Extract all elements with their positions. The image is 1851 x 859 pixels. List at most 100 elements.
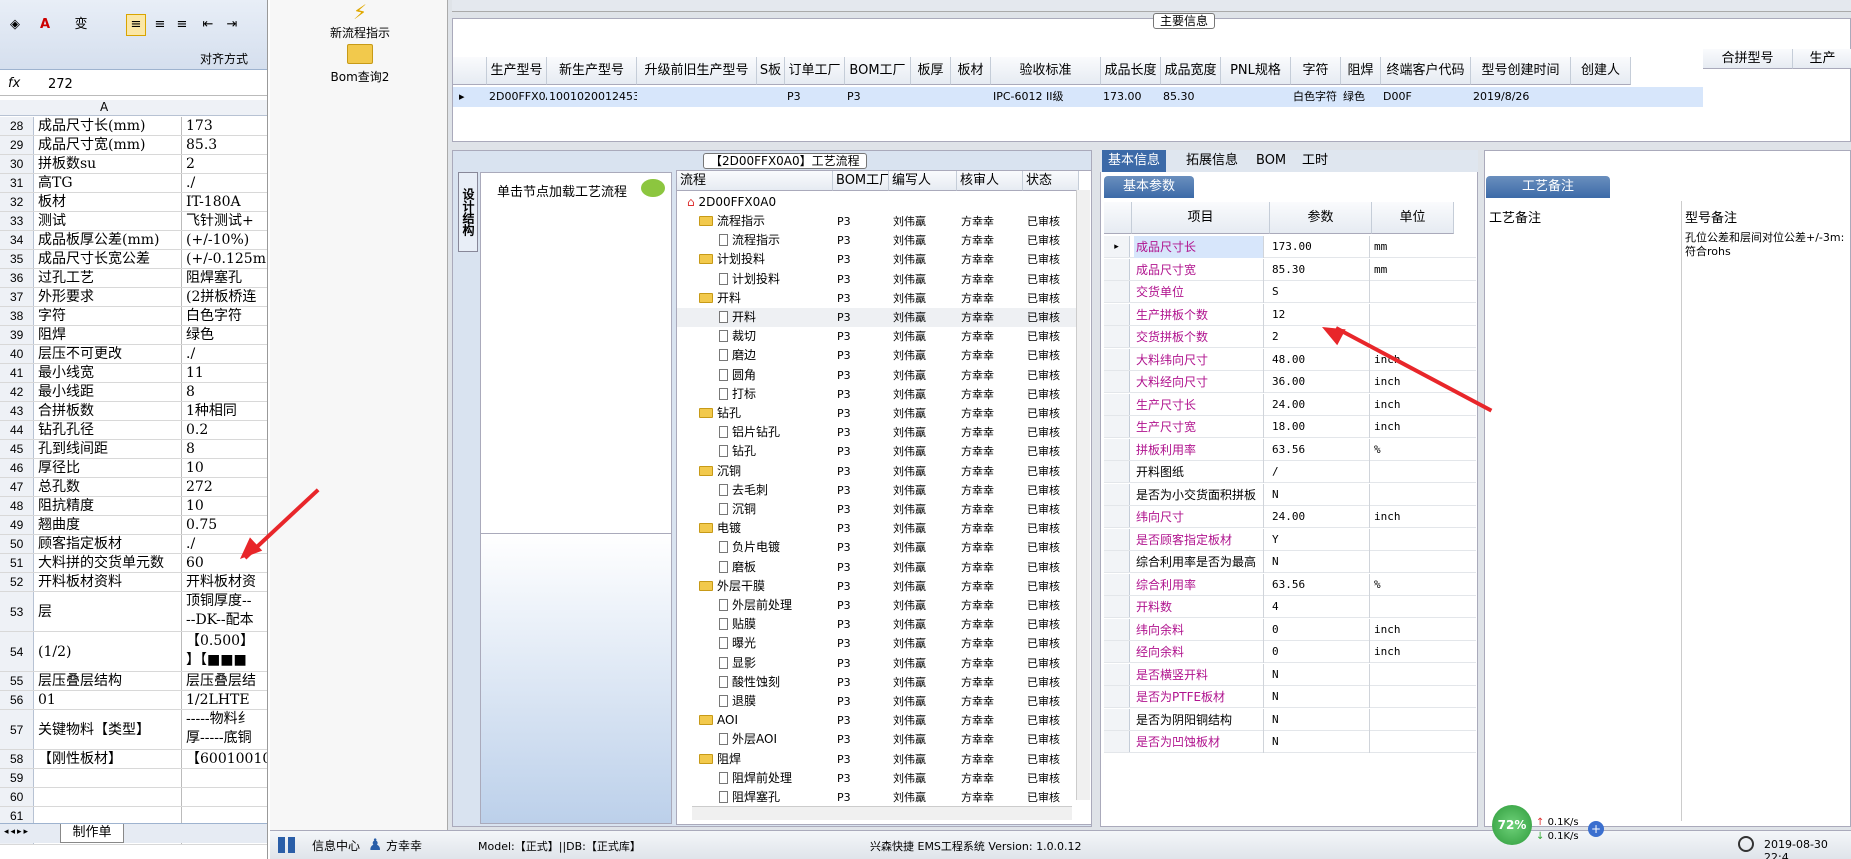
param-value[interactable]: N — [1270, 708, 1370, 731]
row-number[interactable]: 55 — [0, 672, 34, 690]
excel-row[interactable]: 55 层压叠层结构 层压叠层结 — [0, 672, 267, 691]
cell-b[interactable] — [186, 769, 267, 787]
excel-row[interactable]: 46 厚径比 10 — [0, 459, 267, 478]
cell-a[interactable]: 成品尺寸长(mm) — [38, 117, 182, 135]
main-info-header[interactable]: 成品长度 — [1101, 57, 1161, 85]
cell-b[interactable]: 173 — [186, 117, 267, 135]
cell-a[interactable]: 合拼板数 — [38, 402, 182, 420]
param-row[interactable]: 经向余料 0 inch — [1104, 641, 1476, 663]
column-header[interactable]: A — [0, 100, 267, 116]
excel-row[interactable]: 58 【刚性板材】 【60010010 — [0, 750, 267, 769]
cell-a[interactable]: 成品尺寸长宽公差 — [38, 250, 182, 268]
row-number[interactable]: 59 — [0, 769, 34, 787]
cell-a[interactable]: 阻抗精度 — [38, 497, 182, 515]
main-info-header[interactable]: 板厚 — [911, 57, 951, 85]
param-row[interactable]: ▸ 成品尺寸长 173.00 mm — [1104, 236, 1476, 258]
row-number[interactable]: 30 — [0, 155, 34, 173]
param-value[interactable]: 24.00 — [1270, 506, 1370, 528]
param-value[interactable]: N — [1270, 731, 1370, 753]
cell-a[interactable] — [38, 769, 182, 787]
excel-row[interactable]: 50 顾客指定板材 ./ — [0, 535, 267, 554]
excel-row[interactable]: 40 层压不可更改 ./ — [0, 345, 267, 364]
plus-icon[interactable]: + — [1588, 821, 1604, 837]
param-value[interactable]: 0 — [1270, 641, 1370, 663]
param-value[interactable]: 85.30 — [1270, 258, 1370, 281]
params-header[interactable]: 项目 — [1132, 202, 1270, 234]
excel-row[interactable]: 34 成品板厚公差(mm) (+/-10%) — [0, 231, 267, 250]
cell-b[interactable]: 1/2LHTE — [186, 691, 267, 709]
tree-row[interactable]: 裁切 P3 刘伟羸 方幸幸 已审核 — [677, 327, 1077, 346]
tree-vertical-scrollbar[interactable] — [1076, 190, 1090, 800]
align-right-icon[interactable]: ≡ — [172, 14, 192, 36]
excel-row[interactable]: 45 孔到线间距 8 — [0, 440, 267, 459]
param-row[interactable]: 是否横竖开料 N — [1104, 663, 1476, 686]
tree-row[interactable]: 开料 P3 刘伟羸 方幸幸 已审核 — [677, 289, 1077, 308]
cell-b[interactable]: 【0.500】 】【■■■ — [186, 632, 267, 671]
tree-root[interactable]: ⌂ 2D00FFX0A0 — [677, 193, 1077, 212]
cell-a[interactable]: 层压不可更改 — [38, 345, 182, 363]
cell-a[interactable]: 最小线距 — [38, 383, 182, 401]
tree-header[interactable]: 流程 — [677, 171, 833, 191]
cell-a[interactable]: (1/2) — [38, 632, 182, 671]
cell-b[interactable]: 10 — [186, 497, 267, 515]
param-row[interactable]: 交货拼板个数 2 — [1104, 326, 1476, 348]
excel-row[interactable]: 31 高TG ./ — [0, 174, 267, 193]
tree-row[interactable]: 铝片钻孔 P3 刘伟羸 方幸幸 已审核 — [677, 423, 1077, 442]
param-row[interactable]: 生产尺寸宽 18.00 inch — [1104, 416, 1476, 438]
row-number[interactable]: 53 — [0, 592, 34, 631]
tree-row[interactable]: AOI P3 刘伟羸 方幸幸 已审核 — [677, 711, 1077, 730]
tree-row[interactable]: 负片电镀 P3 刘伟羸 方幸幸 已审核 — [677, 538, 1077, 557]
nav-bom-query[interactable]: Bom查询2 — [300, 44, 420, 85]
excel-row[interactable]: 29 成品尺寸宽(mm) 85.3 — [0, 136, 267, 155]
param-row[interactable]: 生产尺寸长 24.00 inch — [1104, 393, 1476, 416]
param-row[interactable]: 综合利用率是否为最高 N — [1104, 551, 1476, 573]
excel-row[interactable]: 48 阻抗精度 10 — [0, 497, 267, 516]
excel-row[interactable]: 60 — [0, 788, 267, 807]
cell-a[interactable]: 阻焊 — [38, 326, 182, 344]
main-info-cell[interactable]: 173.00 — [1101, 87, 1161, 107]
model-remark-line2[interactable]: 符合rohs — [1685, 243, 1731, 259]
param-row[interactable]: 开料数 4 — [1104, 596, 1476, 618]
cell-b[interactable]: (+/-0.125m — [186, 250, 267, 268]
cell-a[interactable]: 测试 — [38, 212, 182, 230]
row-number[interactable]: 31 — [0, 174, 34, 192]
row-number[interactable]: 32 — [0, 193, 34, 211]
tree-row[interactable]: 外层干膜 P3 刘伟羸 方幸幸 已审核 — [677, 577, 1077, 596]
main-info-header[interactable]: 终端客户代码 — [1381, 57, 1471, 85]
tree-row[interactable]: 流程指示 P3 刘伟羸 方幸幸 已审核 — [677, 231, 1077, 250]
row-number[interactable]: 36 — [0, 269, 34, 287]
param-row[interactable]: 成品尺寸宽 85.30 mm — [1104, 258, 1476, 281]
param-value[interactable]: 48.00 — [1270, 348, 1370, 371]
cell-b[interactable]: (2拼板桥连 — [186, 288, 267, 306]
tree-row[interactable]: 显影 P3 刘伟羸 方幸幸 已审核 — [677, 654, 1077, 673]
tree-row[interactable]: 退膜 P3 刘伟羸 方幸幸 已审核 — [677, 692, 1077, 711]
tree-row[interactable]: 流程指示 P3 刘伟羸 方幸幸 已审核 — [677, 212, 1077, 231]
cell-a[interactable]: 关键物料【类型】 — [38, 710, 182, 749]
param-value[interactable]: 4 — [1270, 596, 1370, 618]
cell-a[interactable]: 成品板厚公差(mm) — [38, 231, 182, 249]
main-info-cell[interactable] — [911, 87, 951, 107]
params-header[interactable]: 单位 — [1372, 202, 1454, 234]
main-info-cell[interactable] — [951, 87, 991, 107]
row-number[interactable]: 54 — [0, 632, 34, 671]
cell-b[interactable]: 层压叠层结 — [186, 672, 267, 690]
row-number[interactable]: 39 — [0, 326, 34, 344]
excel-row[interactable]: 28 成品尺寸长(mm) 173 — [0, 117, 267, 136]
cell-b[interactable]: 顶铜厚度-- --DK--配本 — [186, 592, 267, 631]
excel-row[interactable]: 56 01 1/2LHTE — [0, 691, 267, 710]
cell-b[interactable]: 阻焊塞孔 — [186, 269, 267, 287]
phonetic-icon[interactable]: 变 — [66, 14, 96, 36]
param-value[interactable]: / — [1270, 461, 1370, 483]
tree-row[interactable]: 计划投料 P3 刘伟羸 方幸幸 已审核 — [677, 250, 1077, 269]
cell-a[interactable]: 孔到线间距 — [38, 440, 182, 458]
row-number[interactable]: 57 — [0, 710, 34, 749]
row-number[interactable]: 35 — [0, 250, 34, 268]
param-row[interactable]: 综合利用率 63.56% — [1104, 573, 1476, 596]
cell-a[interactable]: 字符 — [38, 307, 182, 325]
row-number[interactable]: 52 — [0, 573, 34, 591]
row-number[interactable]: 56 — [0, 691, 34, 709]
basic-tab[interactable]: 基本信息 — [1102, 150, 1167, 172]
cell-b[interactable]: 绿色 — [186, 326, 267, 344]
param-value[interactable]: N — [1270, 663, 1370, 686]
tree-row[interactable]: 去毛刺 P3 刘伟羸 方幸幸 已审核 — [677, 481, 1077, 500]
